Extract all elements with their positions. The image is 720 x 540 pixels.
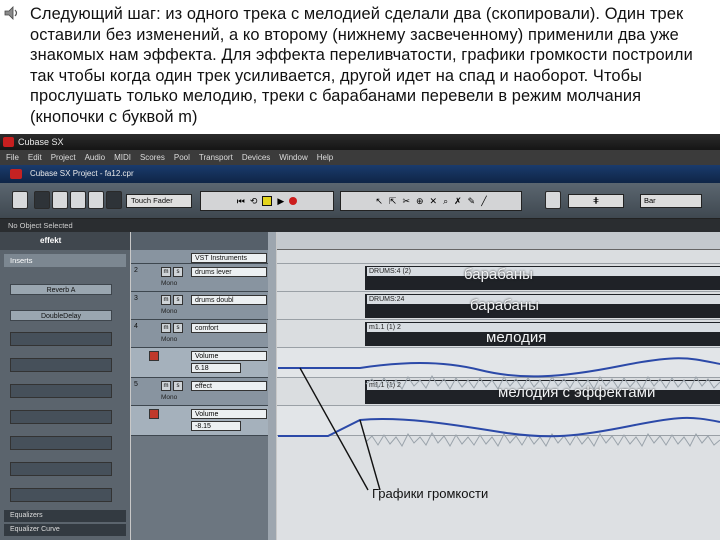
cubase-screenshot: Cubase SX File Edit Project Audio MIDI S… (0, 134, 720, 540)
volume-curve-icon[interactable] (278, 357, 720, 378)
label-melody: мелодия (486, 329, 547, 346)
callout-volume-graphs: Графики громкости (372, 486, 489, 501)
callout-arrow-icon (359, 419, 381, 491)
label-drums-2: барабаны (470, 297, 539, 314)
speaker-icon[interactable] (4, 6, 20, 20)
slide-body-text: Следующий шаг: из одного трека с мелодие… (30, 5, 693, 126)
label-melody-effects: мелодия с эффектами (498, 384, 656, 401)
callout-arrow-icon (299, 367, 369, 491)
volume-curve-icon[interactable] (278, 416, 720, 438)
waveform-overlay (278, 357, 720, 491)
label-drums-1: барабаны (464, 266, 533, 283)
